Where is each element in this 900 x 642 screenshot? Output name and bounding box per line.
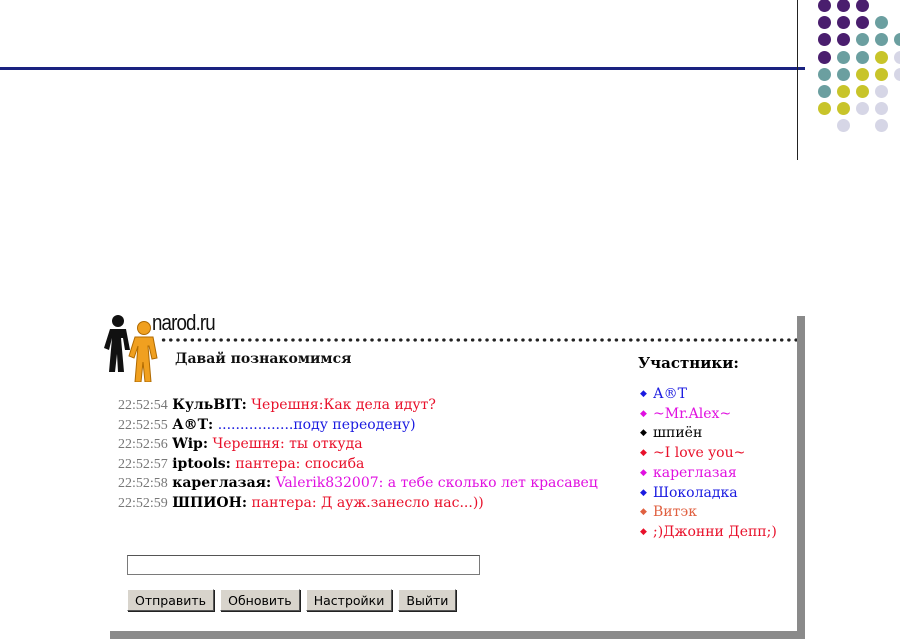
participant-item[interactable]: ◆ ;)Джонни Депп;) (640, 523, 777, 543)
decor-dot (875, 67, 888, 81)
message-time: 22:52:59 (118, 495, 168, 511)
message-time: 22:52:56 (118, 437, 168, 452)
participant-name: шпиён (653, 425, 703, 442)
decor-dot (818, 102, 831, 116)
chat-message: 22:52:54 КульBIT: Черешня:Как дела идут? (118, 396, 598, 416)
participant-item[interactable]: ◆ Шоколадка (640, 484, 777, 504)
decor-dot (837, 85, 850, 98)
participant-name: ~I love you~ (653, 445, 746, 462)
message-text: пантера: Д ауж.занесло нас...)) (251, 494, 484, 511)
participant-item[interactable]: ◆ Витэк (640, 503, 777, 523)
decor-dot (837, 102, 850, 116)
refresh-button[interactable]: Обновить (220, 589, 300, 611)
decor-dot (818, 16, 831, 30)
message-text: пантера: спосиба (235, 455, 365, 472)
settings-button[interactable]: Настройки (305, 589, 393, 611)
decor-dot (856, 0, 869, 12)
participant-name: Шоколадка (653, 484, 738, 501)
decor-dot (894, 33, 900, 47)
decor-dot (875, 50, 888, 64)
dotted-divider (160, 337, 797, 343)
diamond-bullet-icon: ◆ (640, 487, 647, 498)
decor-dot (875, 16, 888, 30)
diamond-bullet-icon: ◆ (640, 448, 647, 459)
header-rule (0, 67, 805, 70)
participant-item[interactable]: ◆ шпиён (640, 424, 777, 444)
decor-dot (837, 67, 850, 81)
decor-dot (818, 85, 831, 98)
participant-name: ~Mr.Alex~ (653, 405, 732, 422)
vertical-rule (797, 0, 798, 160)
participant-item[interactable]: ◆ ~Mr.Alex~ (640, 405, 777, 425)
participant-name: ;)Джонни Депп;) (653, 523, 777, 540)
window-shadow-bottom (110, 631, 805, 639)
decor-dot (875, 33, 888, 47)
chat-message: 22:52:55 А®Т: .................поду пере… (118, 416, 598, 436)
diamond-bullet-icon: ◆ (640, 507, 647, 518)
decor-dot (856, 102, 869, 116)
decor-dot (894, 50, 900, 64)
decor-dot (818, 67, 831, 81)
decor-dot (818, 33, 831, 47)
decor-dot (875, 85, 888, 98)
message-time: 22:52:54 (118, 398, 168, 413)
diamond-bullet-icon: ◆ (640, 408, 647, 419)
participant-name: Витэк (653, 504, 697, 521)
message-nick[interactable]: А®Т: (172, 417, 213, 433)
message-nick[interactable]: Wip: (172, 436, 208, 452)
participant-list: ◆ А®Т ◆ ~Mr.Alex~ ◆ шпиён ◆ ~I love you~ ◆ карегл… (640, 385, 777, 543)
message-time: 22:52:57 (118, 456, 168, 472)
chat-message: 22:52:56 Wip: Черешня: ты откуда (118, 435, 598, 455)
decor-dot (875, 102, 888, 116)
decor-dot (856, 67, 869, 81)
message-time: 22:52:55 (118, 417, 168, 433)
decor-dot (837, 33, 850, 47)
chat-window: narod.ru Давай познакомимся 22:52:54 Кул… (100, 300, 797, 631)
message-nick[interactable]: кареглазая: (172, 475, 271, 491)
dot-grid-decoration (812, 0, 900, 140)
decor-dot (818, 50, 831, 64)
diamond-bullet-icon: ◆ (640, 467, 647, 478)
diamond-bullet-icon: ◆ (640, 389, 647, 399)
message-text: .................поду переодену) (217, 416, 416, 433)
decor-dot (837, 119, 850, 133)
send-button[interactable]: Отправить (127, 589, 215, 611)
people-logo-icon (104, 315, 158, 382)
chat-message: 22:52:58 кареглазая: Valerik832007: а те… (118, 474, 598, 494)
message-nick[interactable]: iptools: (172, 456, 231, 472)
decor-dot (856, 85, 869, 98)
participant-item[interactable]: ◆ ~I love you~ (640, 444, 777, 464)
message-text: Черешня: ты откуда (212, 436, 363, 452)
decor-dot (837, 0, 850, 12)
button-bar: Отправить Обновить Настройки Выйти (127, 589, 457, 611)
message-text: Черешня:Как дела идут? (251, 397, 436, 413)
decor-dot (837, 50, 850, 64)
decor-dot (875, 119, 888, 133)
decor-dot (856, 50, 869, 64)
participant-item[interactable]: ◆ А®Т (640, 385, 777, 405)
chat-message: 22:52:59 ШПИОН: пантера: Д ауж.занесло н… (118, 494, 598, 514)
decor-dot (856, 16, 869, 30)
room-title: Давай познакомимся (175, 351, 352, 367)
message-nick[interactable]: ШПИОН: (172, 495, 247, 511)
decor-dot (818, 0, 831, 12)
site-logo-text[interactable]: narod.ru (152, 310, 216, 336)
message-nick[interactable]: КульBIT: (172, 397, 247, 413)
message-text: Valerik832007: а тебе сколько лет красав… (275, 475, 598, 491)
participant-name: кареглазая (653, 464, 737, 481)
participant-name: А®Т (653, 386, 687, 402)
message-time: 22:52:58 (118, 476, 168, 491)
decor-dot (837, 16, 850, 30)
decor-dot (856, 33, 869, 47)
decor-dot (894, 67, 900, 81)
participant-item[interactable]: ◆ кареглазая (640, 464, 777, 484)
window-shadow-right (797, 316, 805, 639)
diamond-bullet-icon: ◆ (640, 428, 647, 439)
chat-message: 22:52:57 iptools: пантера: спосиба (118, 455, 598, 475)
exit-button[interactable]: Выйти (398, 589, 457, 611)
diamond-bullet-icon: ◆ (640, 526, 647, 537)
message-input[interactable] (127, 555, 480, 575)
message-list: 22:52:54 КульBIT: Черешня:Как дела идут?… (118, 396, 598, 513)
participants-heading: Участники: (638, 354, 739, 372)
